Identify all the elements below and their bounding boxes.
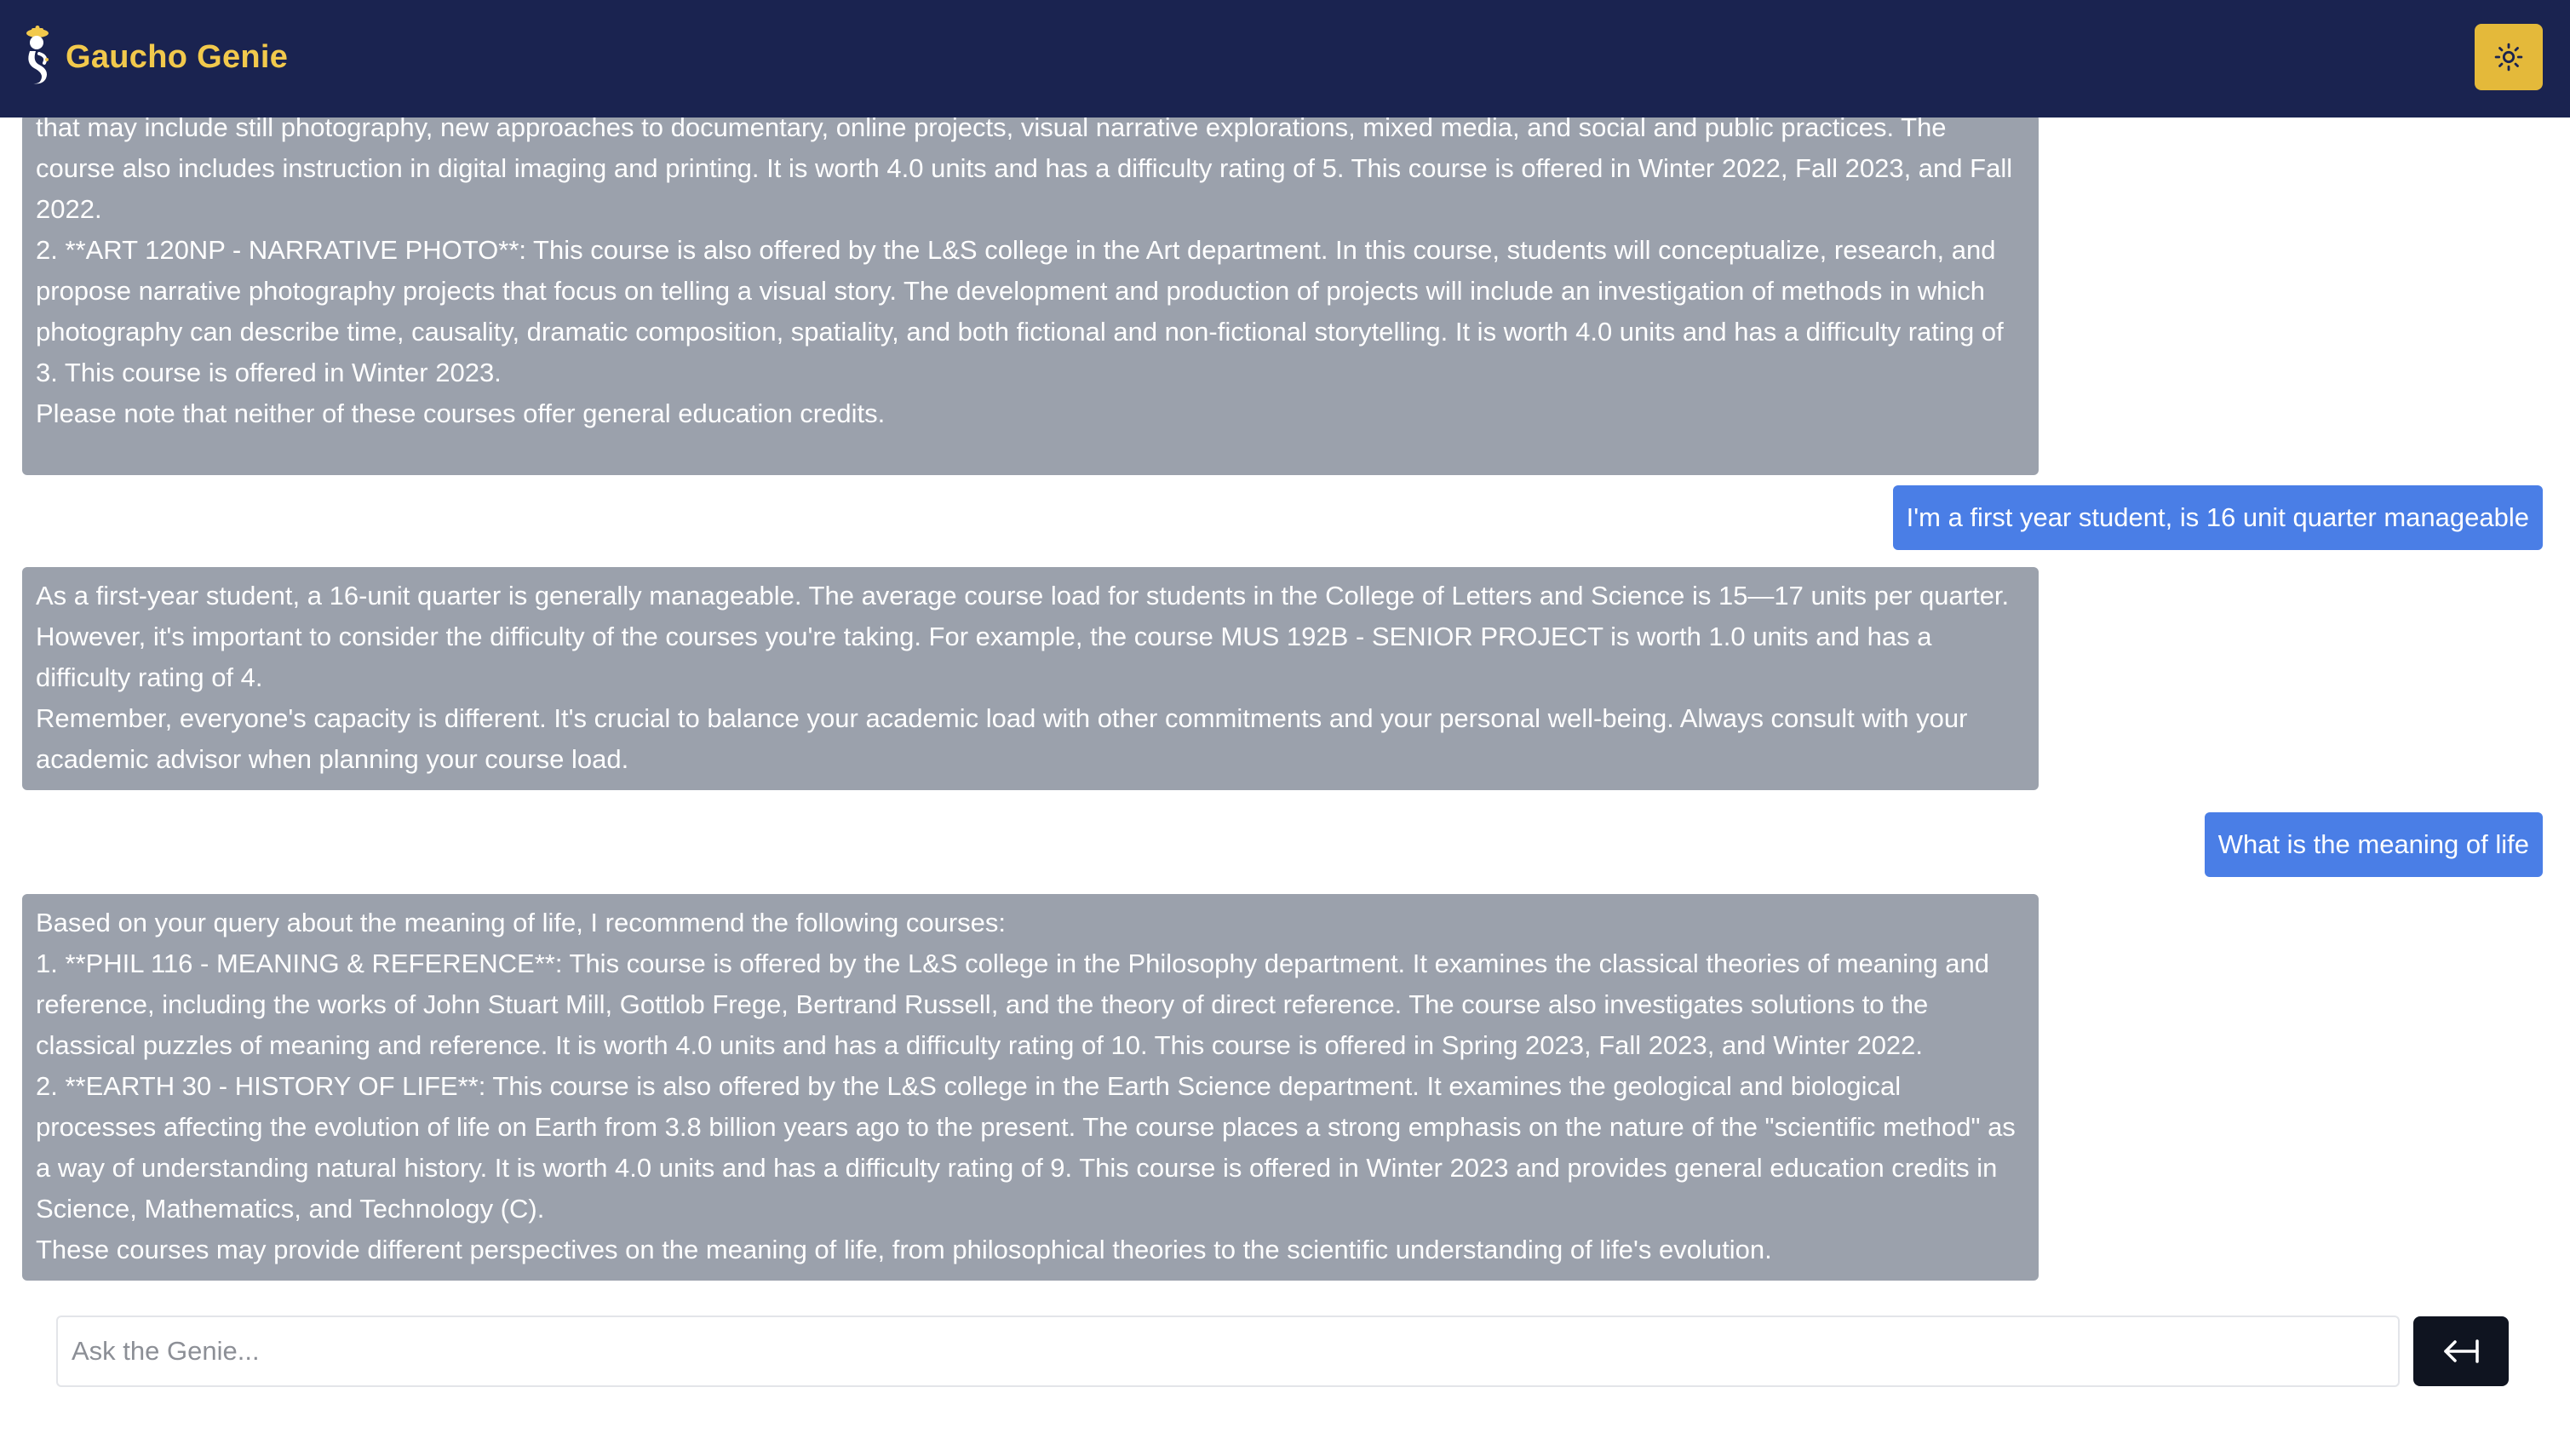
message-line: 2. **EARTH 30 - HISTORY OF LIFE**: This … (36, 1071, 2016, 1224)
chat-input[interactable] (58, 1317, 2398, 1385)
assistant-message: As a first-year student, a 16-unit quart… (22, 567, 2039, 790)
send-button[interactable] (2413, 1316, 2509, 1386)
send-arrow-icon (2444, 1339, 2479, 1363)
message-line: that may include still photography, new … (36, 118, 2013, 224)
genie-icon (26, 26, 49, 84)
message-line: 2. **ART 120NP - NARRATIVE PHOTO**: This… (36, 235, 2004, 387)
theme-toggle-button[interactable] (2475, 24, 2543, 90)
message-line: These courses may provide different pers… (36, 1235, 1772, 1264)
assistant-message: Based on your query about the meaning of… (22, 894, 2039, 1281)
app-title[interactable]: Gaucho Genie (66, 36, 288, 78)
chat-input-wrapper (56, 1316, 2400, 1387)
assistant-message: that may include still photography, new … (22, 118, 2039, 475)
user-message: What is the meaning of life (2204, 812, 2543, 877)
user-message: I'm a first year student, is 16 unit qua… (1892, 485, 2543, 550)
message-line: As a first-year student, a 16-unit quart… (36, 581, 2010, 692)
message-line: Based on your query about the meaning of… (36, 908, 1007, 937)
app-header: Gaucho Genie (0, 0, 2570, 118)
message-line: Remember, everyone's capacity is differe… (36, 703, 1968, 774)
message-line: 1. **PHIL 116 - MEANING & REFERENCE**: T… (36, 949, 1989, 1060)
message-line: Please note that neither of these course… (36, 398, 886, 428)
chat-log[interactable]: that may include still photography, new … (0, 118, 2570, 1301)
sun-icon (2494, 43, 2523, 72)
